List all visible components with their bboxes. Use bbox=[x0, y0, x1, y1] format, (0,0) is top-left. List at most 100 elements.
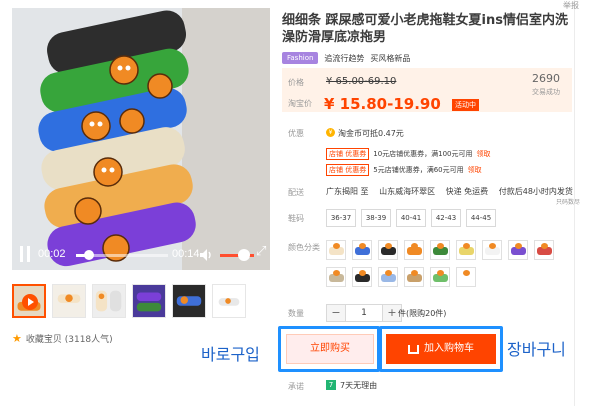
shipping-guarantee: 付款后48小时内发货 bbox=[498, 187, 573, 196]
color-options bbox=[326, 240, 566, 287]
annotation-box-buy bbox=[278, 326, 380, 372]
claim-coupon-link[interactable]: 领取 bbox=[477, 149, 491, 159]
color-option[interactable] bbox=[534, 240, 554, 260]
product-main-media[interactable]: 00:02 00:14 ⤢ bbox=[12, 8, 270, 270]
product-tags: Fashion 追流行趋势 买风格新品 bbox=[282, 52, 410, 64]
shipping-label: 配送 bbox=[288, 188, 304, 197]
coupon-row: 店铺 优惠券 10元店铺优惠券，满100元可用 领取 bbox=[326, 148, 491, 160]
shipping-note: 只码数尽 bbox=[556, 199, 581, 206]
price-label: 价格 bbox=[288, 78, 304, 87]
color-option[interactable] bbox=[456, 267, 476, 287]
thumbnail-image[interactable] bbox=[132, 284, 166, 318]
color-option[interactable] bbox=[378, 240, 398, 260]
coin-icon: ¥ bbox=[326, 128, 335, 137]
event-badge: 活动中 bbox=[452, 99, 479, 111]
color-option[interactable] bbox=[404, 240, 424, 260]
size-label: 鞋码 bbox=[288, 214, 304, 223]
seven-day-return-icon: 7 bbox=[326, 380, 336, 390]
size-options: 36-37 38-39 40-41 42-43 44-45 bbox=[326, 209, 496, 227]
annotation-buy-label: 바로구입 bbox=[201, 345, 260, 364]
shipping-destination[interactable]: 山东威海环翠区 bbox=[379, 187, 435, 196]
fashion-badge: Fashion bbox=[282, 52, 319, 64]
tiger-face-icon bbox=[411, 243, 418, 249]
tiger-face-icon bbox=[411, 270, 418, 276]
claim-coupon-link[interactable]: 领取 bbox=[468, 165, 482, 175]
color-option[interactable] bbox=[326, 267, 346, 287]
quantity-decrease-button[interactable]: − bbox=[326, 304, 346, 322]
tiger-face-icon bbox=[463, 243, 470, 249]
color-option[interactable] bbox=[352, 267, 372, 287]
size-option[interactable]: 38-39 bbox=[361, 209, 391, 227]
tiger-face-icon bbox=[437, 270, 444, 276]
size-option[interactable]: 44-45 bbox=[466, 209, 496, 227]
favorite-button[interactable]: ★ 收藏宝贝 (3118人气) bbox=[12, 332, 113, 345]
product-video-frame bbox=[12, 8, 270, 270]
tiger-face-icon bbox=[359, 243, 366, 249]
color-label: 颜色分类 bbox=[288, 243, 320, 252]
video-current-time: 00:02 bbox=[38, 248, 66, 260]
tiger-face-icon bbox=[541, 243, 548, 249]
tiger-face-icon bbox=[463, 270, 470, 276]
annotation-cart-label: 장바구니 bbox=[507, 340, 566, 359]
thumbnail-video[interactable] bbox=[12, 284, 46, 318]
quantity-stepper: − 1 + bbox=[326, 304, 402, 322]
tag-new[interactable]: 买风格新品 bbox=[370, 53, 410, 64]
thumbnail-image[interactable] bbox=[52, 284, 86, 318]
pause-icon[interactable] bbox=[18, 246, 32, 262]
volume-handle[interactable] bbox=[238, 249, 250, 261]
original-price: ¥ 65.00-69.10 bbox=[326, 76, 397, 87]
annotation-box-cart bbox=[379, 326, 503, 372]
color-option[interactable] bbox=[404, 267, 424, 287]
favorite-label: 收藏宝贝 (3118人气) bbox=[25, 335, 113, 345]
quantity-label: 数量 bbox=[288, 309, 304, 318]
price-panel: 价格 ¥ 65.00-69.10 淘宝价 ¥ 15.80-19.90 活动中 2… bbox=[282, 68, 572, 113]
report-link[interactable]: 举报 bbox=[563, 0, 579, 11]
tiger-face-icon bbox=[359, 270, 366, 276]
tiger-face-icon bbox=[385, 270, 392, 276]
video-duration: 00:14 bbox=[172, 248, 200, 260]
thumbnail-image[interactable] bbox=[92, 284, 126, 318]
coin-text: 淘金币可抵0.47元 bbox=[338, 129, 404, 138]
coupon-tag: 店铺 优惠券 bbox=[326, 164, 370, 176]
product-title: 细细条 踩屎感可爱小老虎拖鞋女夏ins情侣室内洗澡防滑厚底凉拖男 bbox=[282, 13, 568, 45]
color-option[interactable] bbox=[508, 240, 528, 260]
tiger-face-icon bbox=[385, 243, 392, 249]
thumbnail-strip bbox=[12, 284, 246, 318]
taobao-price-label: 淘宝价 bbox=[288, 99, 312, 108]
color-option[interactable] bbox=[430, 267, 450, 287]
tiger-face-icon bbox=[489, 243, 496, 249]
color-option[interactable] bbox=[482, 240, 502, 260]
thumbnail-image[interactable] bbox=[212, 284, 246, 318]
promise-label: 承诺 bbox=[288, 382, 304, 391]
size-option[interactable]: 36-37 bbox=[326, 209, 356, 227]
shipping-origin: 广东揭阳 至 bbox=[326, 187, 369, 196]
color-option[interactable] bbox=[456, 240, 476, 260]
volume-icon[interactable] bbox=[198, 247, 214, 263]
coupon-text: 10元店铺优惠券，满100元可用 bbox=[373, 150, 473, 158]
coupon-text: 5元店铺优惠券，满60元可用 bbox=[373, 166, 464, 174]
video-controls: 00:02 00:14 ⤢ bbox=[12, 240, 270, 270]
tag-trend[interactable]: 追流行趋势 bbox=[324, 53, 364, 64]
seven-day-return-text: 7天无理由 bbox=[340, 381, 378, 390]
fullscreen-icon[interactable]: ⤢ bbox=[256, 244, 266, 259]
color-option[interactable] bbox=[430, 240, 450, 260]
size-option[interactable]: 42-43 bbox=[431, 209, 461, 227]
quantity-limit: 件(限购20件) bbox=[398, 309, 447, 318]
tiger-face-icon bbox=[333, 243, 340, 249]
thumbnail-image[interactable] bbox=[172, 284, 206, 318]
color-option[interactable] bbox=[352, 240, 372, 260]
color-option[interactable] bbox=[378, 267, 398, 287]
quantity-input[interactable]: 1 bbox=[346, 304, 382, 322]
star-icon: ★ bbox=[12, 332, 22, 345]
color-option[interactable] bbox=[326, 240, 346, 260]
sales-label: 交易成功 bbox=[532, 88, 560, 96]
shipping-info: 广东揭阳 至 山东威海环翠区 快递 免运费 付款后48小时内发货 bbox=[326, 186, 581, 197]
size-option[interactable]: 40-41 bbox=[396, 209, 426, 227]
coupon-tag: 店铺 优惠券 bbox=[326, 148, 370, 160]
video-progress-handle[interactable] bbox=[83, 250, 94, 260]
sales-count: 2690 bbox=[532, 72, 560, 85]
coupon-row: 店铺 优惠券 5元店铺优惠券，满60元可用 领取 bbox=[326, 164, 482, 176]
video-progress-track[interactable] bbox=[76, 250, 168, 260]
shipping-method[interactable]: 快递 免运费 bbox=[446, 187, 489, 196]
video-play-icon bbox=[22, 294, 38, 310]
